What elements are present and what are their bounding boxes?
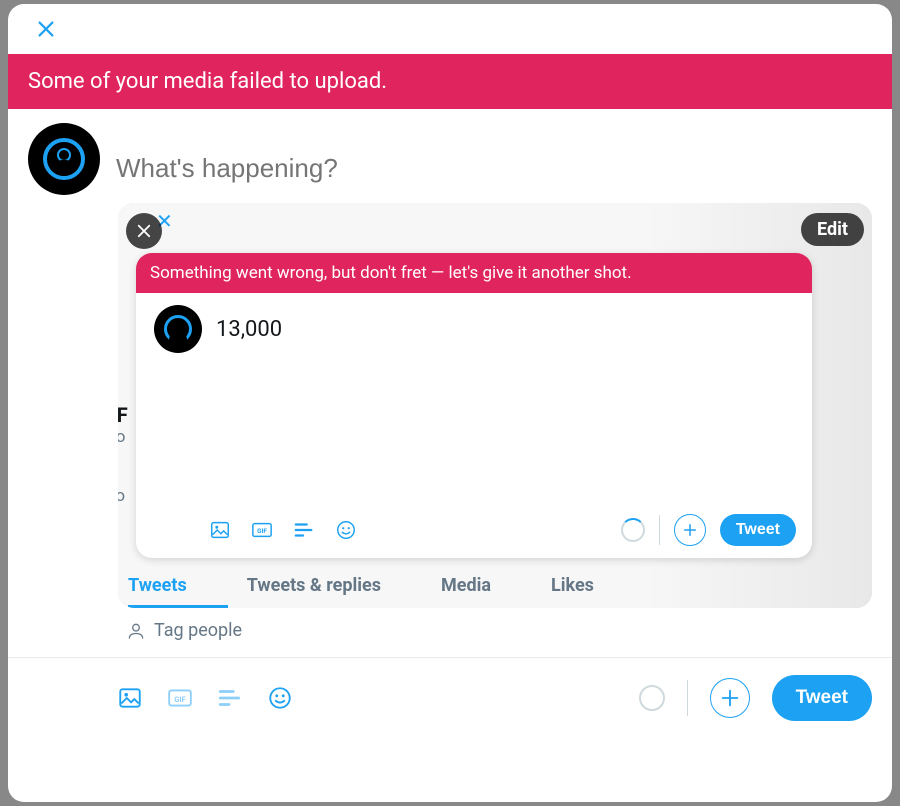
- person-silhouette-icon: [43, 138, 85, 180]
- inner-error-banner: Something went wrong, but don't fret — l…: [136, 253, 812, 293]
- inner-toolbar: GIF Tweet: [136, 502, 812, 558]
- compose-modal: Some of your media failed to upload. ✕ e…: [8, 4, 892, 802]
- bg-tab: Likes: [551, 575, 594, 596]
- close-icon: [135, 222, 153, 240]
- tag-people-button[interactable]: Tag people: [126, 620, 242, 641]
- divider: [659, 515, 660, 545]
- bg-text: oo: [118, 423, 125, 452]
- tweet-text-input[interactable]: [116, 123, 872, 195]
- plus-icon: [719, 687, 741, 709]
- bg-tabs: Tweets Tweets & replies Media Likes: [118, 575, 872, 596]
- compose-toolbar: GIF Tweet: [8, 657, 892, 727]
- character-count-circle: [639, 685, 665, 711]
- tweet-button[interactable]: Tweet: [772, 675, 872, 721]
- compose-area: [8, 109, 892, 195]
- bg-tab-underline: [128, 605, 228, 608]
- poll-button[interactable]: [290, 516, 318, 544]
- poll-icon: [293, 519, 315, 541]
- inner-avatar: [154, 305, 202, 353]
- gif-icon: GIF: [167, 685, 193, 711]
- person-icon: [126, 621, 146, 641]
- image-icon: [209, 519, 231, 541]
- bg-tab: Tweets & replies: [247, 575, 381, 596]
- svg-text:GIF: GIF: [174, 694, 186, 703]
- gif-button[interactable]: GIF: [166, 684, 194, 712]
- image-button[interactable]: [206, 516, 234, 544]
- nested-compose-screenshot: Something went wrong, but don't fret — l…: [136, 253, 812, 558]
- poll-icon: [217, 685, 243, 711]
- add-tweet-button[interactable]: [674, 514, 706, 546]
- avatar: [28, 123, 100, 195]
- plus-icon: [681, 521, 699, 539]
- person-silhouette-icon: [164, 315, 192, 343]
- poll-button[interactable]: [216, 684, 244, 712]
- close-icon: [35, 18, 57, 40]
- inner-compose-area: 13,000: [136, 293, 812, 365]
- bg-tab: Tweets: [128, 575, 187, 596]
- divider: [687, 680, 688, 716]
- upload-spinner-icon: [621, 518, 645, 542]
- modal-header: [8, 4, 892, 54]
- inner-tweet-button[interactable]: Tweet: [720, 514, 796, 546]
- tag-people-label: Tag people: [154, 620, 242, 641]
- image-button[interactable]: [116, 684, 144, 712]
- image-icon: [117, 685, 143, 711]
- svg-text:GIF: GIF: [257, 527, 267, 535]
- media-attachment: ✕ eF oo C Jo F Tweets Tweets & replies M…: [118, 203, 872, 608]
- remove-media-button[interactable]: [126, 213, 162, 249]
- gif-button[interactable]: GIF: [248, 516, 276, 544]
- emoji-icon: [335, 519, 357, 541]
- upload-error-banner: Some of your media failed to upload.: [8, 54, 892, 109]
- bg-text: Jo: [118, 482, 125, 511]
- close-button[interactable]: [28, 11, 64, 47]
- gif-icon: GIF: [251, 519, 273, 541]
- inner-tweet-text: 13,000: [216, 317, 282, 342]
- emoji-button[interactable]: [266, 684, 294, 712]
- add-tweet-button[interactable]: [710, 678, 750, 718]
- emoji-button[interactable]: [332, 516, 360, 544]
- bg-tab: Media: [441, 575, 491, 596]
- emoji-icon: [267, 685, 293, 711]
- edit-media-button[interactable]: Edit: [801, 213, 864, 246]
